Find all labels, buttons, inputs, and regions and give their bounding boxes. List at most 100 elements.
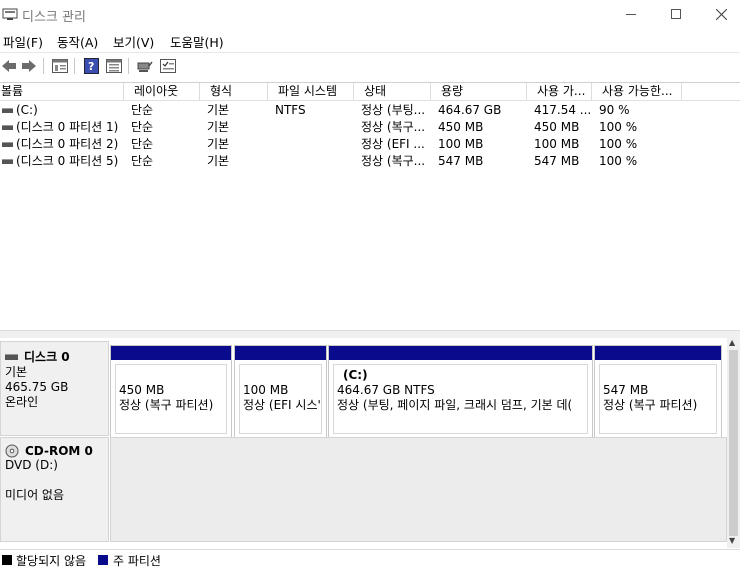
partition-2-size: 100 MB	[243, 383, 289, 397]
volume-cell-volume: (디스크 0 파티션 5)	[16, 154, 119, 168]
partition-5[interactable]: 547 MB 정상 (복구 파티션)	[594, 345, 722, 439]
title-bar: 디스크 관리	[0, 0, 740, 28]
column-header-volume[interactable]: 볼륨	[0, 83, 124, 101]
forward-arrow-icon	[22, 60, 36, 72]
minimize-button[interactable]	[608, 0, 654, 28]
volume-cell-volume: (C:)	[16, 103, 38, 117]
maximize-button[interactable]	[653, 0, 699, 28]
volume-cell-status: 정상 (부팅...	[361, 103, 426, 117]
layout-pane-button[interactable]	[105, 57, 123, 75]
cdrom-0-media-area[interactable]	[110, 437, 727, 542]
volume-cell-status: 정상 (EFI ...	[361, 137, 425, 151]
partition-1[interactable]: 450 MB 정상 (복구 파티션)	[110, 345, 232, 439]
toolbar-separator	[74, 58, 75, 74]
connect-icon	[137, 61, 153, 72]
volume-drive-icon	[2, 142, 13, 147]
disk-0-label[interactable]: 디스크 0 기본 465.75 GB 온라인	[0, 341, 109, 436]
scrollbar-thumb[interactable]	[729, 350, 738, 536]
partition-c-status: 정상 (부팅, 페이지 파일, 크래시 덤프, 기본 데(	[337, 398, 573, 412]
help-button[interactable]: ?	[82, 57, 100, 75]
disk-management-app-icon	[2, 8, 18, 20]
volume-cell-layout: 단순	[131, 103, 154, 117]
disk-graphical-view: 디스크 0 기본 465.75 GB 온라인 450 MB 정상 (복구 파티션…	[0, 338, 727, 548]
menu-file[interactable]: 파일(F)	[3, 32, 43, 51]
volume-cell-status: 정상 (복구...	[361, 154, 426, 168]
volume-cell-capacity: 450 MB	[438, 120, 484, 134]
volume-cell-volume: (디스크 0 파티션 1)	[16, 120, 119, 134]
partition-c-size: 464.67 GB NTFS	[337, 383, 435, 397]
column-header-layout[interactable]: 레이아웃	[124, 83, 200, 101]
disk-0-type: 기본	[5, 365, 28, 379]
menu-bar: 파일(F) 동작(A) 보기(V) 도움말(H)	[0, 30, 740, 50]
primary-partition-bar	[111, 346, 231, 360]
toolbar-separator	[128, 58, 129, 74]
window-title: 디스크 관리	[22, 10, 86, 25]
menu-view[interactable]: 보기(V)	[113, 32, 154, 51]
legend-bar: 할당되지 않음 주 파티션	[0, 549, 740, 568]
help-icon: ?	[83, 58, 99, 74]
checklist-button[interactable]	[159, 57, 177, 75]
column-header-percent-free[interactable]: 사용 가능한...	[592, 83, 682, 101]
maximize-icon	[671, 9, 681, 19]
volume-cell-capacity: 100 MB	[438, 137, 484, 151]
vertical-scrollbar[interactable]: ▲ ▼	[727, 338, 740, 548]
column-header-capacity[interactable]: 용량	[431, 83, 527, 101]
cdrom-0-label[interactable]: CD-ROM 0 DVD (D:) 미디어 없음	[0, 437, 109, 542]
volume-row[interactable]: (디스크 0 파티션 1) 단순 기본 정상 (복구... 450 MB 450 MB 10…	[0, 119, 740, 136]
back-arrow-icon	[2, 60, 16, 72]
volume-cell-percent-free: 100 %	[599, 154, 638, 168]
properties-pane-button[interactable]	[51, 57, 69, 75]
volume-cell-type: 기본	[207, 137, 230, 151]
partition-2-status: 정상 (EFI 시스'	[243, 398, 321, 412]
volume-cell-type: 기본	[207, 120, 230, 134]
disk-0-name: 디스크 0	[24, 350, 70, 364]
column-header-status[interactable]: 상태	[354, 83, 431, 101]
toolbar: ?	[0, 52, 740, 78]
volume-cell-free-space: 417.54 ...	[534, 103, 590, 117]
volume-cell-type: 기본	[207, 103, 230, 117]
partition-5-status: 정상 (복구 파티션)	[603, 398, 698, 412]
partition-2[interactable]: 100 MB 정상 (EFI 시스'	[234, 345, 327, 439]
volume-cell-free-space: 450 MB	[534, 120, 580, 134]
volume-list-header: 볼륨 레이아웃 형식 파일 시스템 상태 용량 사용 가... 사용 가능한..…	[0, 83, 740, 101]
volume-cell-free-space: 547 MB	[534, 154, 580, 168]
primary-partition-bar	[329, 346, 592, 360]
volume-row[interactable]: (디스크 0 파티션 5) 단순 기본 정상 (복구... 547 MB 547 MB 10…	[0, 153, 740, 170]
volume-drive-icon	[2, 125, 13, 130]
volume-cell-volume: (디스크 0 파티션 2)	[16, 137, 119, 151]
column-header-free-space[interactable]: 사용 가...	[527, 83, 592, 101]
partition-c[interactable]: (C:) 464.67 GB NTFS 정상 (부팅, 페이지 파일, 크래시 …	[328, 345, 593, 439]
volume-list: 볼륨 레이아웃 형식 파일 시스템 상태 용량 사용 가... 사용 가능한..…	[0, 82, 740, 330]
pane-splitter[interactable]	[0, 330, 740, 338]
cd-drive-icon	[5, 444, 19, 458]
scroll-down-icon[interactable]: ▼	[729, 536, 735, 545]
column-header-type[interactable]: 형식	[200, 83, 268, 101]
volume-cell-percent-free: 100 %	[599, 120, 638, 134]
connect-button[interactable]	[136, 57, 154, 75]
menu-help[interactable]: 도움말(H)	[170, 32, 224, 51]
disk-0-size: 465.75 GB	[5, 380, 69, 394]
back-button[interactable]	[0, 57, 18, 75]
menu-action[interactable]: 동작(A)	[57, 32, 98, 51]
cdrom-0-name: CD-ROM 0	[25, 444, 93, 458]
disk-0-status: 온라인	[5, 395, 39, 409]
legend-unallocated-label: 할당되지 않음	[16, 554, 87, 568]
volume-cell-capacity: 547 MB	[438, 154, 484, 168]
close-button[interactable]	[698, 0, 740, 28]
partition-c-title: (C:)	[343, 368, 368, 382]
legend-primary-partition-label: 주 파티션	[113, 554, 161, 568]
properties-pane-icon	[52, 59, 68, 73]
scroll-up-icon[interactable]: ▲	[729, 338, 735, 347]
volume-cell-file-system: NTFS	[275, 103, 306, 117]
volume-cell-status: 정상 (복구...	[361, 120, 426, 134]
layout-pane-icon	[106, 59, 122, 73]
partition-1-size: 450 MB	[119, 383, 165, 397]
primary-partition-swatch	[98, 555, 108, 565]
volume-cell-layout: 단순	[131, 137, 154, 151]
volume-row[interactable]: (C:) 단순 기본 NTFS 정상 (부팅... 464.67 GB 417.54 ...…	[0, 102, 740, 119]
cdrom-0-type: DVD (D:)	[5, 458, 58, 472]
column-header-file-system[interactable]: 파일 시스템	[268, 83, 354, 101]
forward-button[interactable]	[20, 57, 38, 75]
volume-row[interactable]: (디스크 0 파티션 2) 단순 기본 정상 (EFI ... 100 MB 100 MB…	[0, 136, 740, 153]
primary-partition-bar	[595, 346, 721, 360]
